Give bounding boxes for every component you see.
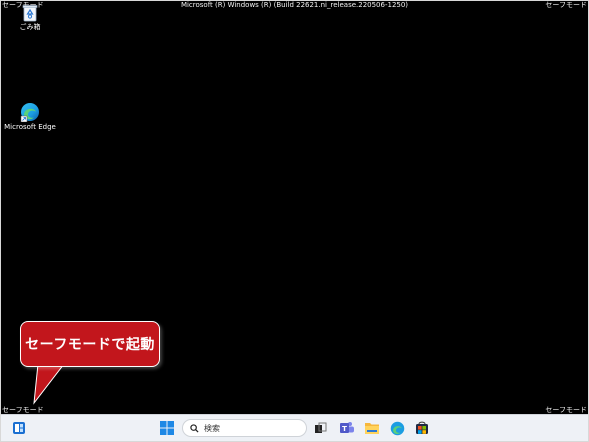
desktop-icon-label: Microsoft Edge <box>4 123 56 131</box>
taskbar-search-box[interactable]: 検索 <box>182 419 307 437</box>
edge-icon <box>20 103 39 122</box>
start-icon <box>160 421 174 435</box>
desktop-icon-edge[interactable]: Microsoft Edge <box>0 102 60 132</box>
widgets-icon <box>13 422 25 434</box>
task-view-icon <box>315 422 327 433</box>
annotation-callout: セーフモードで起動 <box>20 321 160 405</box>
widgets-button[interactable] <box>10 419 28 437</box>
store-button[interactable] <box>413 419 431 437</box>
safe-mode-label-bottom-left: セーフモード <box>2 406 44 414</box>
safe-mode-label-bottom-right: セーフモード <box>545 406 587 414</box>
taskbar-edge-button[interactable] <box>388 419 406 437</box>
edge-icon <box>390 421 404 435</box>
svg-text:T: T <box>342 425 347 433</box>
teams-button[interactable]: T <box>338 419 356 437</box>
file-explorer-button[interactable] <box>363 419 381 437</box>
task-view-button[interactable] <box>311 419 329 437</box>
file-explorer-icon <box>365 423 379 434</box>
callout-text: セーフモードで起動 <box>25 337 155 353</box>
store-icon <box>416 421 428 434</box>
taskbar: 検索 T <box>1 414 588 442</box>
teams-icon: T <box>340 422 354 433</box>
build-info-text: Microsoft (R) Windows (R) (Build 22621.n… <box>180 1 409 9</box>
search-icon <box>190 423 199 433</box>
callout-box: セーフモードで起動 <box>20 321 160 367</box>
search-placeholder: 検索 <box>204 423 220 433</box>
recycle-bin-icon <box>22 5 38 22</box>
desktop-icon-recycle-bin[interactable]: ごみ箱 <box>0 4 60 32</box>
start-button[interactable] <box>158 419 176 437</box>
desktop-icon-label: ごみ箱 <box>19 23 41 31</box>
